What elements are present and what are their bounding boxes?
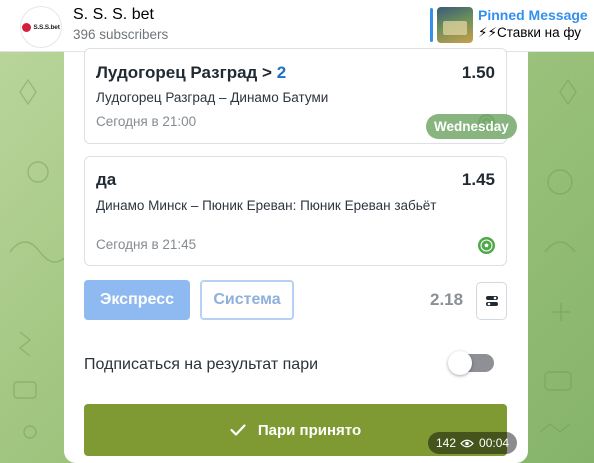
toggle-knob (448, 351, 472, 375)
bet-match: Динамо Минск – Пюник Ереван: Пюник Ерева… (96, 198, 437, 213)
bet-slip-message: Лудогорец Разград > 2 1.50 Лудогорец Раз… (64, 48, 528, 463)
sliders-icon (485, 296, 498, 306)
bet-selection: Лудогорец Разград > 2 (96, 63, 287, 82)
bet-time: Сегодня в 21:00 (96, 114, 197, 129)
message-meta: 142 00:04 (428, 432, 518, 454)
settings-toggle-button[interactable] (476, 282, 507, 320)
bet-odds: 1.45 (461, 170, 495, 189)
bet-odds: 1.50 (461, 63, 495, 82)
subscriber-count: 396 subscribers (73, 27, 169, 42)
accept-label: Пари принято (257, 421, 362, 439)
subscribe-toggle[interactable] (448, 351, 494, 375)
express-button[interactable]: Экспресс (84, 280, 190, 320)
bet-item[interactable]: да 1.45 Динамо Минск – Пюник Ереван: Пюн… (84, 156, 507, 266)
total-odds: 2.18 (430, 290, 464, 309)
bet-time: Сегодня в 21:45 (96, 237, 197, 252)
logo-dot-icon (22, 22, 32, 32)
system-button[interactable]: Система (200, 280, 294, 320)
subscribe-result-label: Подписаться на результат пари (84, 356, 319, 373)
pinned-indicator (430, 8, 433, 42)
pinned-message-text[interactable]: ⚡⚡Ставки на фу (478, 25, 581, 41)
checkmark-icon (230, 424, 246, 436)
avatar-text: S.S.S.bet (33, 23, 60, 31)
eye-icon (460, 439, 474, 447)
date-chip: Wednesday (426, 114, 517, 139)
pinned-thumbnail[interactable] (437, 7, 473, 43)
channel-avatar[interactable]: S.S.S.bet (20, 6, 62, 48)
view-count: 142 (436, 436, 457, 450)
selection-value: 2 (276, 63, 287, 82)
channel-header: S.S.S.bet S. S. S. bet 396 subscribers P… (0, 0, 594, 52)
channel-title[interactable]: S. S. S. bet (73, 6, 154, 24)
message-time: 00:04 (479, 436, 510, 450)
bet-match: Лудогорец Разград – Динамо Батуми (96, 90, 329, 105)
pinned-message-title[interactable]: Pinned Message (478, 7, 588, 23)
soccer-ball-icon (478, 237, 495, 254)
bet-selection: да (96, 170, 117, 189)
